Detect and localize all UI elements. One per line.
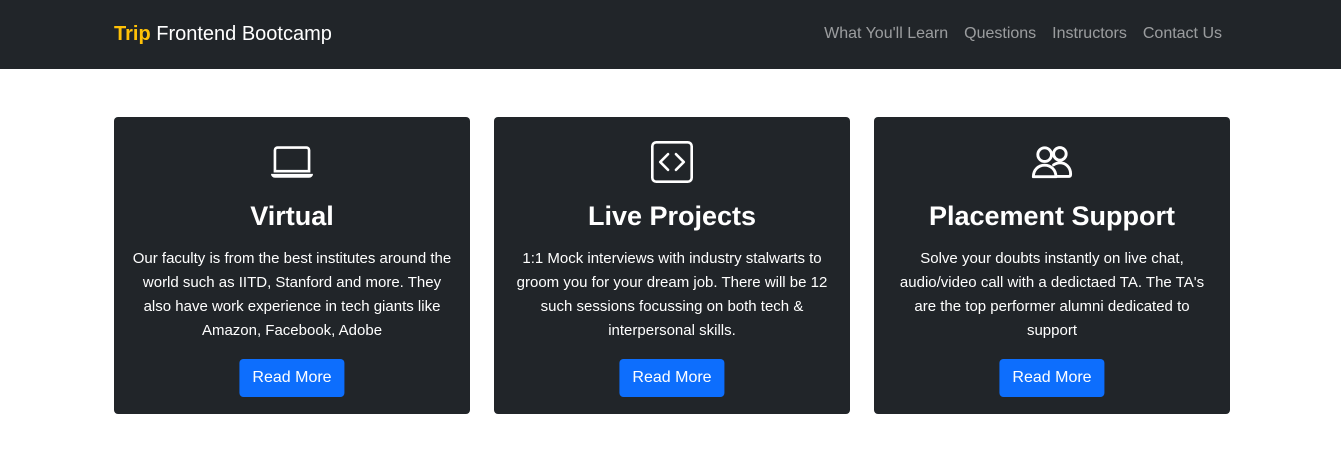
laptop-icon (271, 141, 313, 183)
brand-link[interactable]: Trip Frontend Bootcamp (114, 20, 332, 48)
read-more-button[interactable]: Read More (239, 359, 345, 397)
nav-link-instructors[interactable]: Instructors (1052, 22, 1127, 46)
nav-link-what-youll-learn[interactable]: What You'll Learn (824, 22, 948, 46)
read-more-button[interactable]: Read More (619, 359, 725, 397)
brand-accent: Trip (114, 23, 151, 45)
card-text: Solve your doubts instantly on live chat… (899, 250, 1205, 339)
navbar: Trip Frontend Bootcamp What You'll Learn… (0, 0, 1341, 69)
people-icon (1031, 141, 1073, 183)
card-title: Placement Support (928, 201, 1176, 231)
card-title: Virtual (250, 201, 334, 231)
nav-links: What You'll Learn Questions Instructors … (824, 22, 1222, 46)
card-title: Live Projects (587, 201, 757, 231)
card-live-projects: Live Projects 1:1 Mock interviews with i… (494, 117, 850, 414)
read-more-button[interactable]: Read More (999, 359, 1105, 397)
code-square-icon (651, 141, 693, 183)
nav-link-questions[interactable]: Questions (964, 22, 1036, 46)
card-text: 1:1 Mock interviews with industry stalwa… (516, 250, 828, 339)
brand-text: Frontend Bootcamp (150, 23, 332, 45)
nav-link-contact-us[interactable]: Contact Us (1143, 22, 1222, 46)
card-text: Our faculty is from the best institutes … (132, 250, 452, 339)
card-placement-support: Placement Support Solve your doubts inst… (874, 117, 1230, 414)
feature-cards: Virtual Our faculty is from the best ins… (114, 117, 1230, 414)
card-virtual: Virtual Our faculty is from the best ins… (114, 117, 470, 414)
